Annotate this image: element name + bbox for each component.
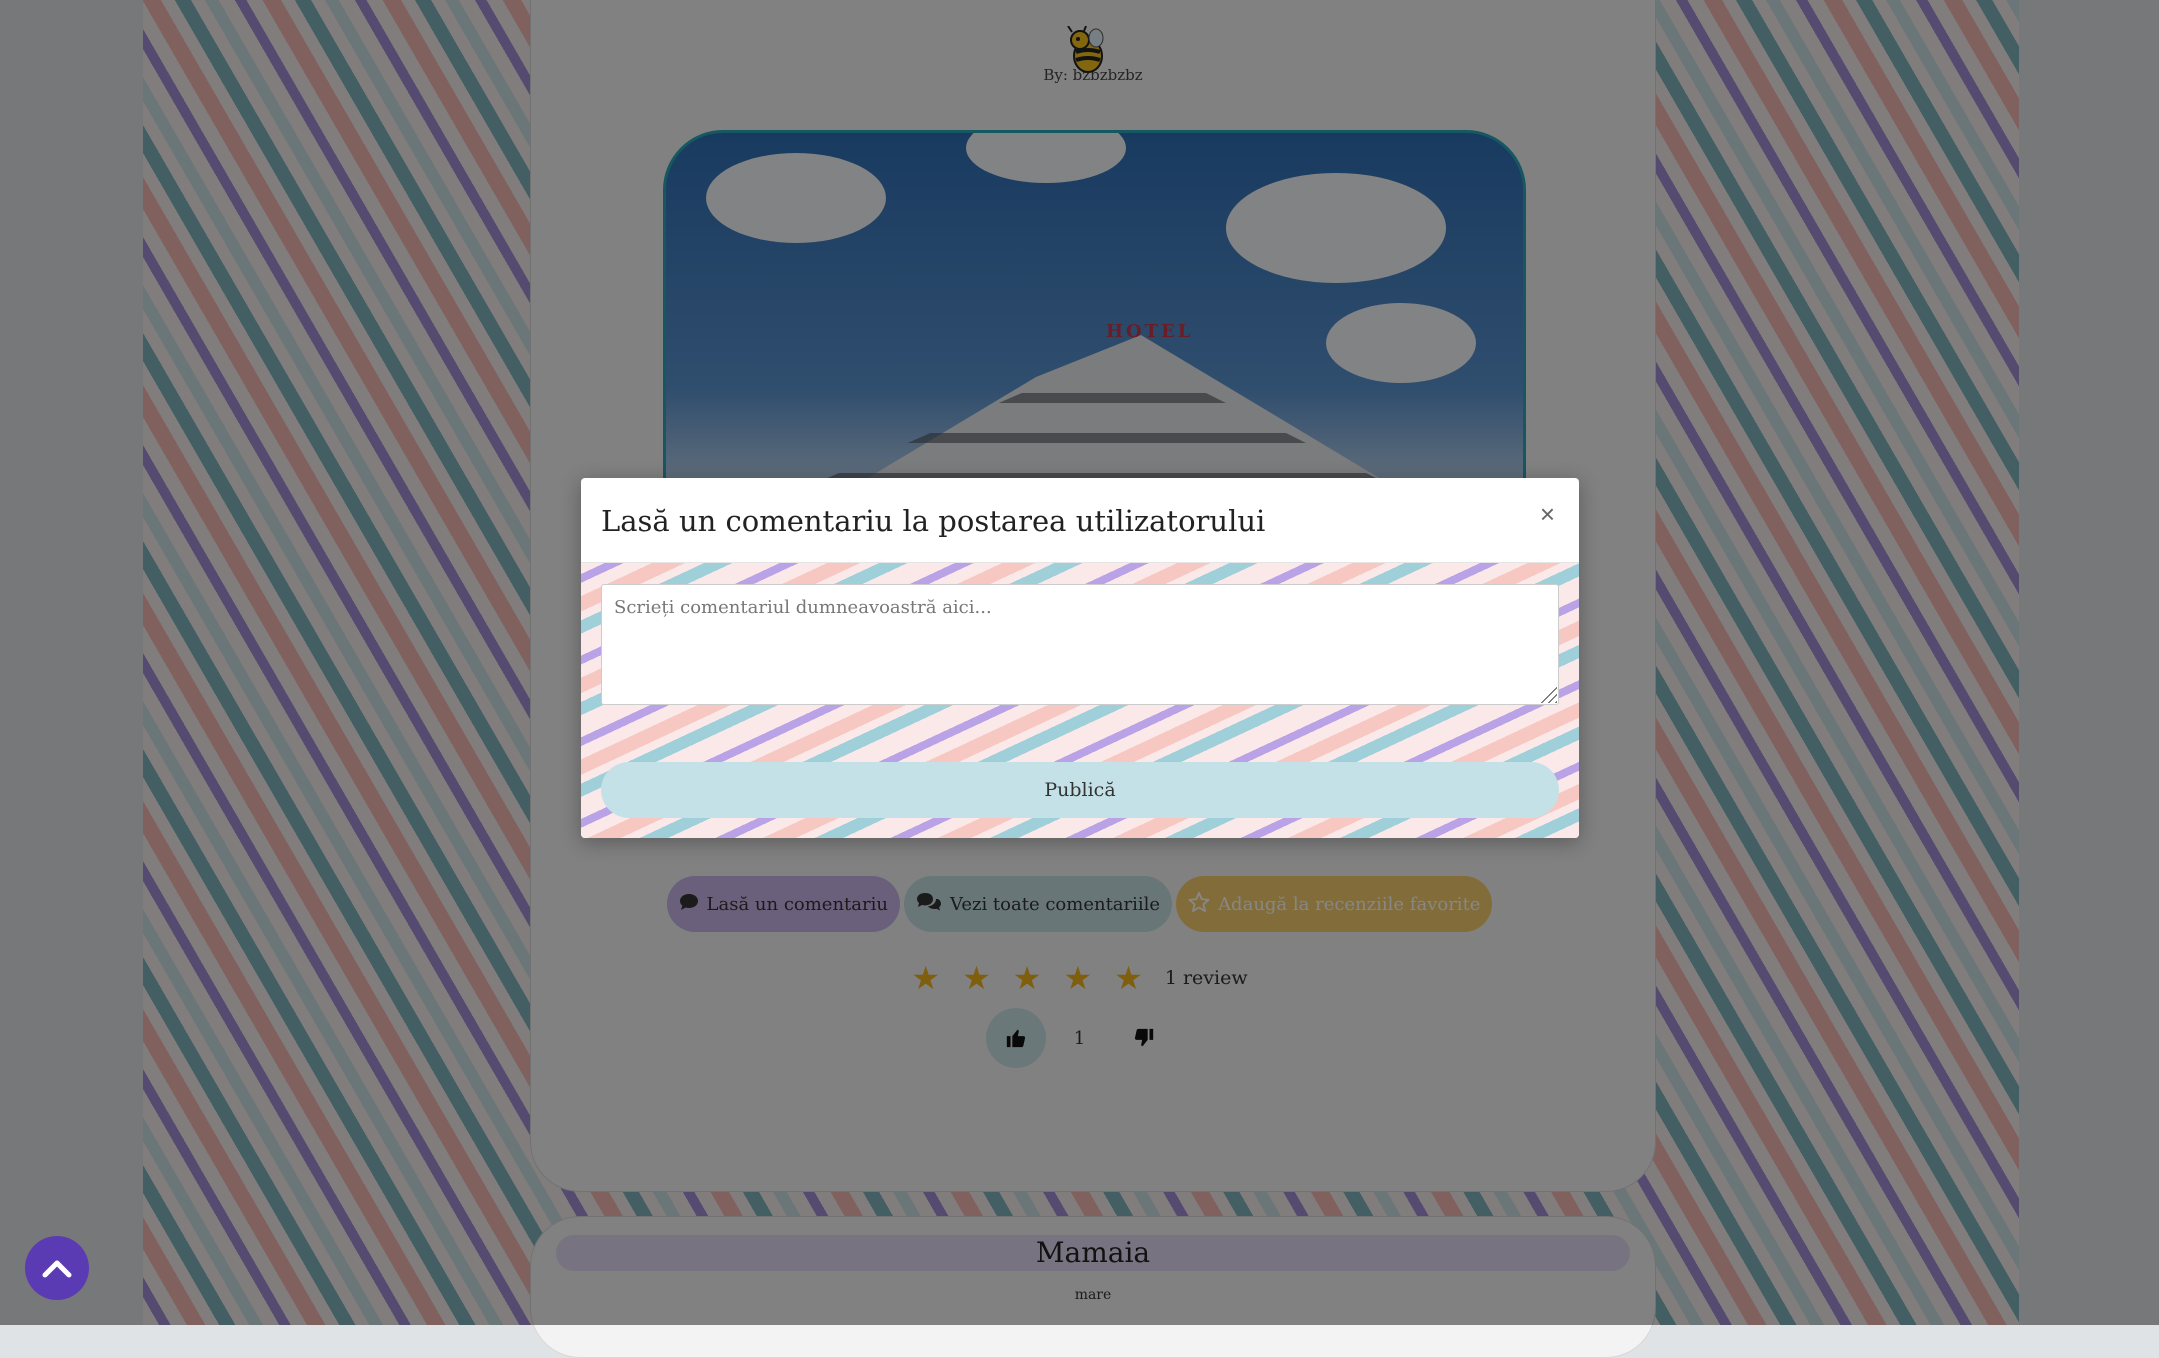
modal-body: Publică bbox=[581, 563, 1579, 838]
modal-title: Lasă un comentariu la postarea utilizato… bbox=[601, 504, 1266, 538]
comment-modal: Lasă un comentariu la postarea utilizato… bbox=[581, 478, 1579, 838]
publish-button[interactable]: Publică bbox=[601, 762, 1559, 818]
modal-header: Lasă un comentariu la postarea utilizato… bbox=[581, 478, 1579, 563]
comment-textarea[interactable] bbox=[601, 584, 1559, 705]
close-icon[interactable]: × bbox=[1534, 498, 1561, 531]
scroll-to-top-button[interactable] bbox=[25, 1236, 89, 1300]
chevron-up-icon bbox=[42, 1260, 72, 1278]
